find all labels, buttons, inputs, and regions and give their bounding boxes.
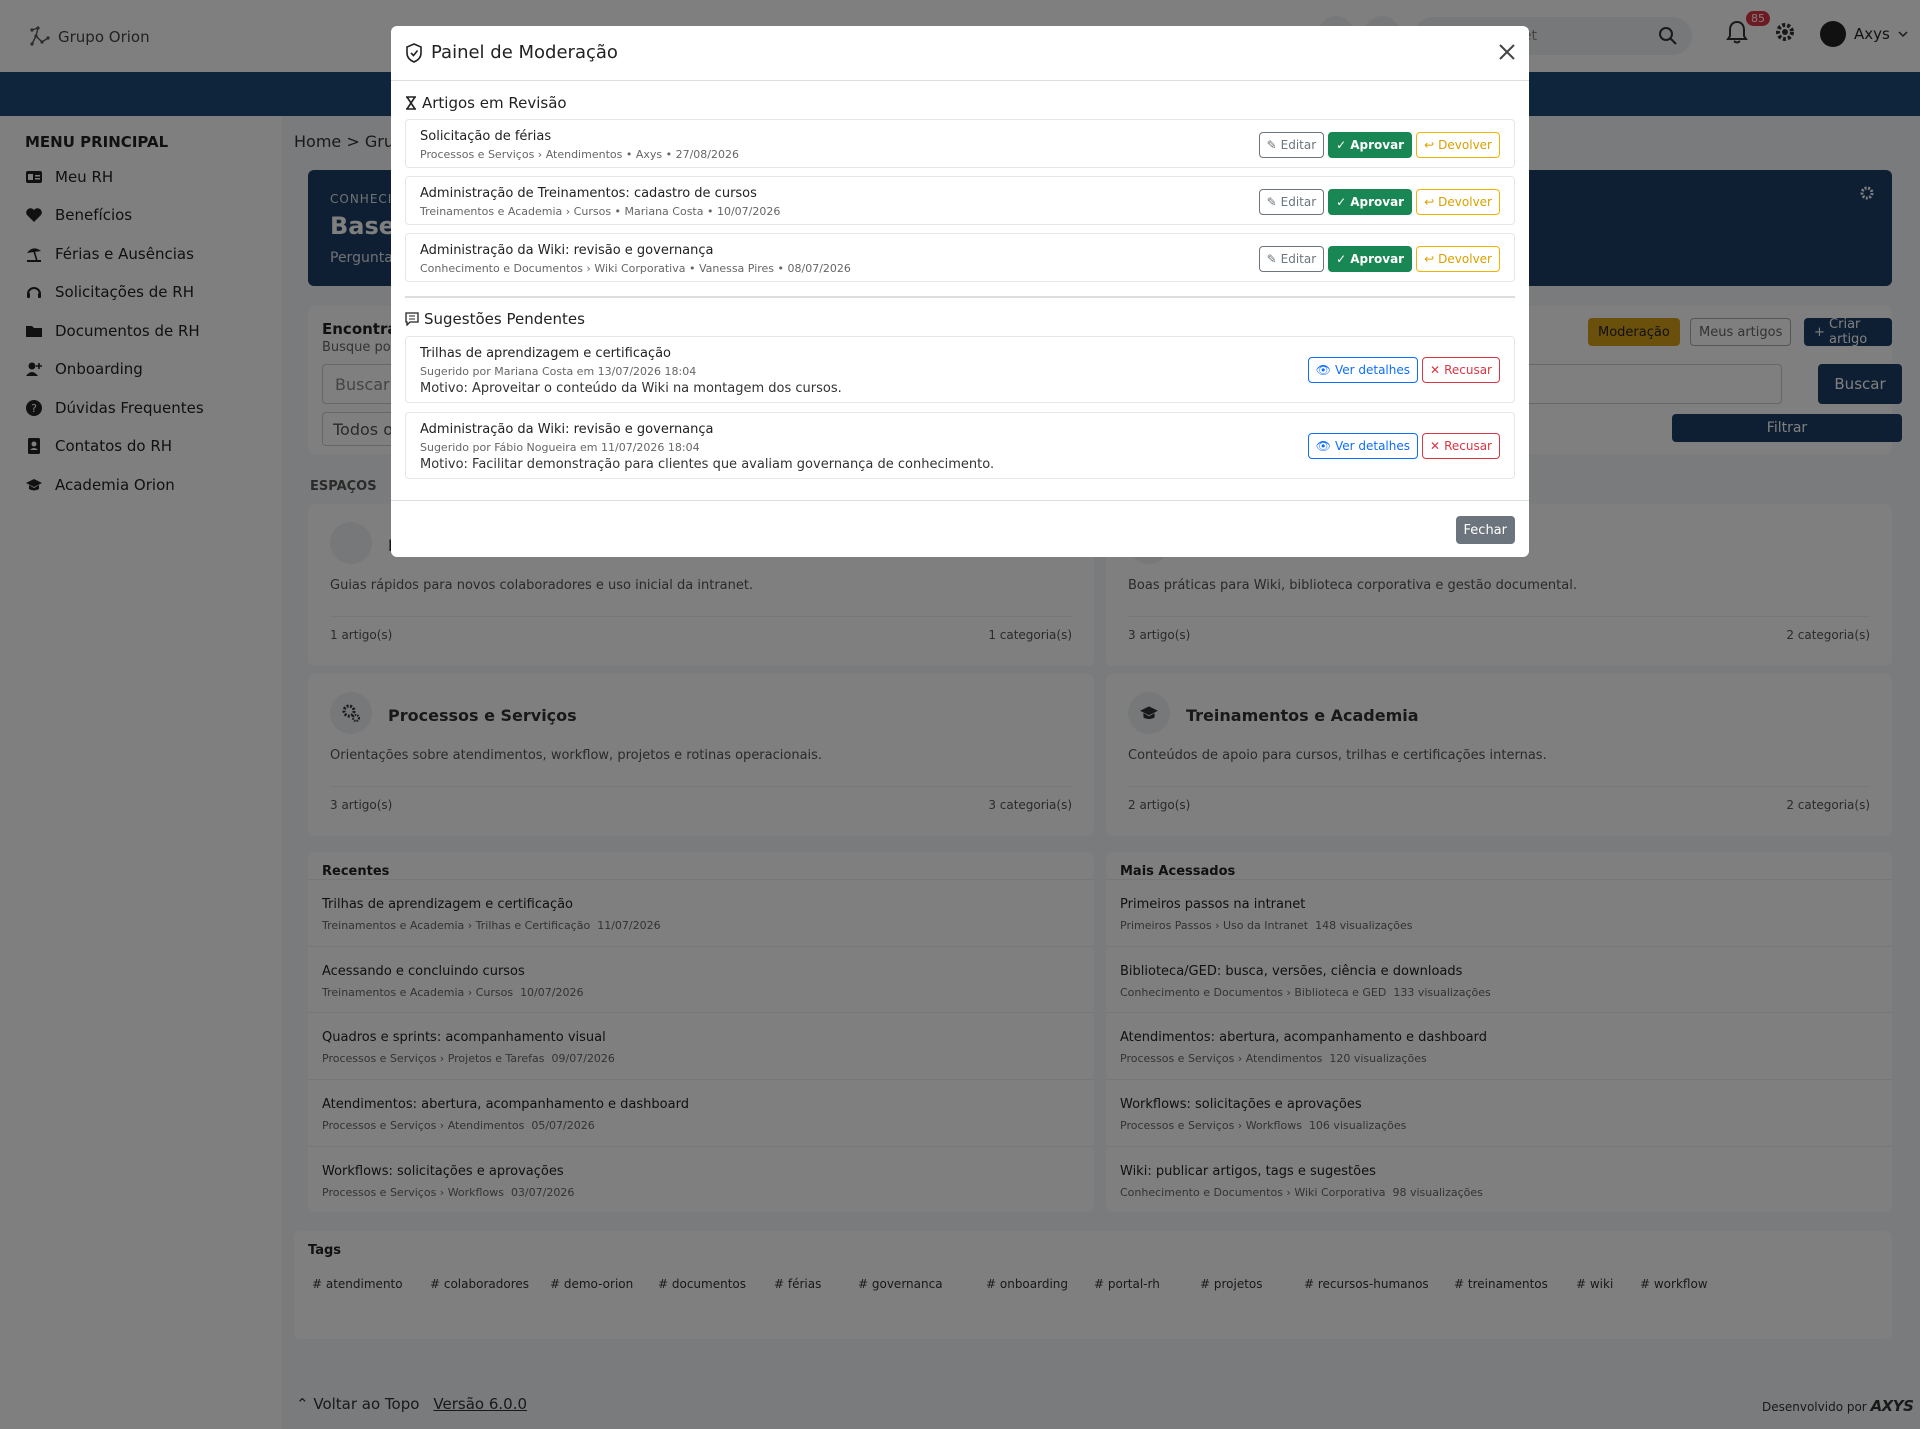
review-section-title: Artigos em Revisão — [422, 94, 567, 112]
review-title: Administração de Treinamentos: cadastro … — [420, 186, 757, 201]
review-title: Solicitação de férias — [420, 129, 552, 144]
suggest-section-header: Sugestões Pendentes — [405, 310, 585, 328]
modal-title-wrap: Painel de Moderação — [405, 42, 618, 63]
review-actions: ✎ Editar ✓ Aprovar ↩ Devolver — [1258, 189, 1500, 215]
moderation-modal: Painel de Moderação Artigos em Revisão S… — [391, 26, 1529, 557]
return-button[interactable]: ↩ Devolver — [1416, 132, 1500, 158]
refuse-label: Recusar — [1444, 363, 1492, 377]
review-title: Administração da Wiki: revisão e governa… — [420, 243, 714, 258]
review-row: Administração da Wiki: revisão e governa… — [405, 233, 1515, 282]
divider — [405, 296, 1515, 298]
modal-footer: Fechar — [391, 500, 1529, 557]
suggestion-actions: 👁 Ver detalhes ✕ Recusar — [1307, 357, 1500, 383]
review-row: Solicitação de férias Processos e Serviç… — [405, 119, 1515, 168]
comment-icon — [405, 312, 419, 326]
return-label: Devolver — [1438, 195, 1492, 209]
view-details-label: Ver detalhes — [1334, 439, 1410, 453]
suggestion-title: Trilhas de aprendizagem e certificação — [420, 346, 672, 361]
view-details-button[interactable]: 👁 Ver detalhes — [1307, 357, 1418, 383]
review-meta: Treinamentos e Academia › Cursos • Maria… — [420, 205, 781, 218]
review-actions: ✎ Editar ✓ Aprovar ↩ Devolver — [1258, 132, 1500, 158]
suggestion-actions: 👁 Ver detalhes ✕ Recusar — [1307, 433, 1500, 459]
suggestion-meta: Sugerido por Fábio Nogueira em 11/07/202… — [420, 441, 700, 454]
view-details-button[interactable]: 👁 Ver detalhes — [1307, 433, 1418, 459]
suggestion-row: Administração da Wiki: revisão e governa… — [405, 412, 1515, 479]
return-button[interactable]: ↩ Devolver — [1416, 189, 1500, 215]
return-button[interactable]: ↩ Devolver — [1416, 246, 1500, 272]
view-details-label: Ver detalhes — [1334, 363, 1410, 377]
suggestion-meta: Sugerido por Mariana Costa em 13/07/2026… — [420, 365, 697, 378]
suggestion-title: Administração da Wiki: revisão e governa… — [420, 422, 714, 437]
suggest-section-title: Sugestões Pendentes — [424, 310, 585, 328]
suggestion-reason: Motivo: Facilitar demonstração para clie… — [420, 457, 995, 472]
approve-button[interactable]: ✓ Aprovar — [1328, 132, 1413, 158]
refuse-label: Recusar — [1444, 439, 1492, 453]
suggestion-row: Trilhas de aprendizagem e certificação S… — [405, 336, 1515, 403]
hourglass-icon — [406, 96, 416, 110]
approve-label: Aprovar — [1350, 138, 1405, 152]
refuse-button[interactable]: ✕ Recusar — [1422, 433, 1500, 459]
suggestion-reason: Motivo: Aproveitar o conteúdo da Wiki na… — [420, 381, 842, 396]
edit-button[interactable]: ✎ Editar — [1258, 246, 1325, 272]
edit-label: Editar — [1280, 195, 1317, 209]
review-meta: Conhecimento e Documentos › Wiki Corpora… — [420, 262, 851, 275]
approve-label: Aprovar — [1350, 195, 1405, 209]
refuse-button[interactable]: ✕ Recusar — [1422, 357, 1500, 383]
return-label: Devolver — [1438, 252, 1492, 266]
review-row: Administração de Treinamentos: cadastro … — [405, 176, 1515, 225]
approve-button[interactable]: ✓ Aprovar — [1328, 246, 1413, 272]
close-button-label: Fechar — [1463, 522, 1507, 538]
approve-label: Aprovar — [1350, 252, 1405, 266]
modal-header: Painel de Moderação — [391, 26, 1529, 81]
close-button[interactable]: Fechar — [1455, 516, 1515, 544]
edit-label: Editar — [1280, 252, 1317, 266]
shield-check-icon — [406, 42, 422, 63]
edit-button[interactable]: ✎ Editar — [1258, 132, 1325, 158]
close-icon[interactable] — [1497, 42, 1517, 62]
review-meta: Processos e Serviços › Atendimentos • Ax… — [420, 148, 739, 161]
edit-button[interactable]: ✎ Editar — [1258, 189, 1325, 215]
return-label: Devolver — [1438, 138, 1492, 152]
review-actions: ✎ Editar ✓ Aprovar ↩ Devolver — [1258, 246, 1500, 272]
approve-button[interactable]: ✓ Aprovar — [1328, 189, 1413, 215]
edit-label: Editar — [1280, 138, 1317, 152]
review-section-header: Artigos em Revisão — [405, 94, 567, 112]
modal-title: Painel de Moderação — [431, 42, 618, 63]
